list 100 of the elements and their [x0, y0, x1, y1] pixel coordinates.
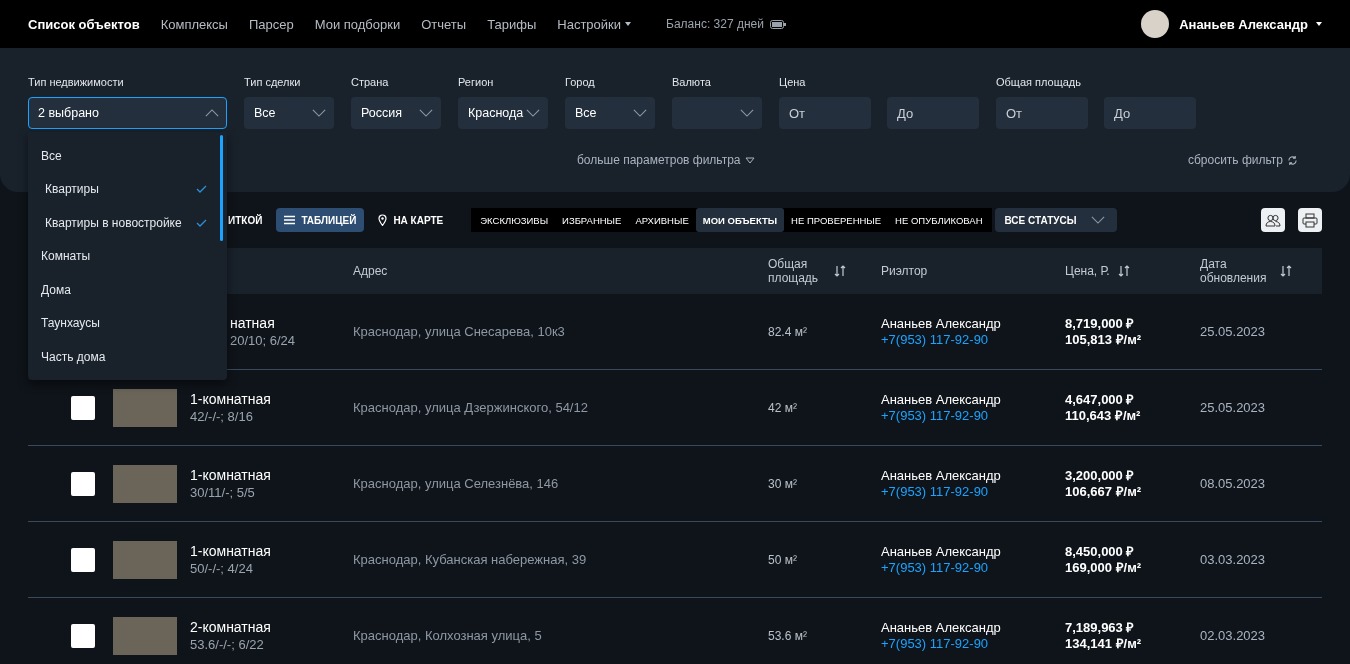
filter-label: Страна: [351, 76, 390, 90]
printer-icon[interactable]: [1298, 208, 1322, 232]
listing-details: 42/-/-; 8/16: [190, 407, 254, 426]
people-icon[interactable]: [1261, 208, 1285, 232]
dropdown-option[interactable]: Квартиры в новостройке: [28, 206, 227, 240]
price-text: 8,719,000 ₽: [1065, 315, 1136, 332]
sort-icon[interactable]: [1117, 265, 1130, 277]
phone-link[interactable]: +7(953) 117-92-90: [881, 559, 1065, 576]
listing-details: 50/-/-; 4/24: [190, 559, 254, 578]
table-row[interactable]: 1-комнатная 50/-/-; 4/24 Краснодар, Кубанская набережная, 39 50 м² Ананьев Александр +7(953) 117-92-90 8,450,000 ₽ 169,000 ₽/м² 03.03.2023: [28, 522, 1322, 598]
dropdown-option[interactable]: Таунхаусы: [28, 306, 227, 340]
dropdown-option[interactable]: Все: [28, 139, 227, 173]
status-tab[interactable]: НЕ ПРОВЕРЕННЫЕ: [784, 208, 889, 232]
nav-link[interactable]: Отчеты: [421, 16, 467, 32]
view-toggle[interactable]: НА КАРТЕ: [370, 208, 452, 232]
photo-placeholder: [113, 388, 177, 427]
listing-title: натная: [230, 313, 276, 332]
filter-select[interactable]: Все: [565, 97, 655, 129]
triangle-down-icon: [744, 156, 755, 164]
nav-link[interactable]: Настройки: [557, 16, 632, 32]
reset-filter-link[interactable]: сбросить фильтр: [1187, 153, 1298, 167]
table-row[interactable]: 1-комнатная 30/11/-; 5/5 Краснодар, улица Селезнёва, 146 30 м² Ананьев Александр +7(953) 117-92-90 3,200,000 ₽ 106,667 ₽/м² 08.05.2023: [28, 446, 1322, 522]
pin-icon: [378, 214, 388, 226]
sort-icon[interactable]: [834, 265, 846, 277]
status-tab[interactable]: НЕ ОПУБЛИКОВАН: [888, 208, 990, 232]
realtor-name: Ананьев Александр: [881, 467, 1002, 484]
row-checkbox[interactable]: [71, 395, 95, 420]
user-menu[interactable]: Ананьев Александр: [1179, 16, 1322, 32]
filter-label: Валюта: [672, 76, 712, 90]
photo-placeholder: [113, 464, 177, 503]
column-header: Цена, Р.: [1065, 264, 1110, 278]
status-tab[interactable]: АРХИВНЫЕ: [628, 208, 696, 232]
dropdown-option[interactable]: Квартиры: [28, 172, 227, 206]
status-tab[interactable]: МОИ ОБЪЕКТЫ: [695, 208, 785, 232]
avatar[interactable]: [1141, 10, 1170, 38]
range-field[interactable]: До: [1104, 97, 1196, 129]
date-text: 02.03.2023: [1200, 628, 1266, 643]
filter-select[interactable]: Краснода: [458, 97, 548, 129]
sort-icon[interactable]: [1280, 265, 1292, 277]
price-per-m2-text: 106,667 ₽/м²: [1065, 483, 1143, 500]
phone-link[interactable]: +7(953) 117-92-90: [881, 407, 1065, 424]
phone-link[interactable]: +7(953) 117-92-90: [881, 635, 1065, 652]
address-text: Краснодар, улица Дзержинского, 54/12: [353, 400, 589, 415]
chevron-down-icon: [419, 109, 433, 117]
nav-link[interactable]: Комплексы: [160, 16, 228, 32]
date-text: 08.05.2023: [1200, 476, 1266, 491]
phone-link[interactable]: +7(953) 117-92-90: [881, 483, 1065, 500]
filter-select[interactable]: Все: [244, 97, 334, 129]
area-text: 30 м²: [768, 476, 798, 491]
filter-select[interactable]: Россия: [351, 97, 441, 129]
row-checkbox[interactable]: [71, 471, 95, 496]
view-toggle[interactable]: ТАБЛИЦЕЙ: [276, 208, 365, 232]
phone-link[interactable]: +7(953) 117-92-90: [881, 331, 1065, 348]
column-header: Адрес: [353, 264, 388, 278]
view-toggle[interactable]: ИТКОЙ: [228, 208, 271, 232]
realtor-name: Ананьев Александр: [881, 315, 1002, 332]
area-text: 53.6 м²: [768, 628, 808, 643]
range-field[interactable]: От: [996, 97, 1088, 129]
filter-select[interactable]: 2 выбрано: [28, 97, 227, 129]
chevron-down-icon: [526, 109, 540, 117]
scrollbar[interactable]: [220, 135, 223, 241]
listing-details: 20/10; 6/24: [230, 331, 297, 350]
dropdown-option[interactable]: Комнаты: [28, 239, 227, 273]
status-tab[interactable]: ЭКСКЛЮЗИВЫ: [473, 208, 556, 232]
battery-icon: [769, 19, 786, 29]
date-text: 03.03.2023: [1200, 552, 1266, 567]
filter-label: Общая площадь: [996, 76, 1082, 90]
row-checkbox[interactable]: [71, 623, 95, 648]
area-text: 42 м²: [768, 400, 798, 415]
price-text: 7,189,963 ₽: [1065, 619, 1136, 636]
column-header: Дата обновления: [1200, 257, 1268, 285]
price-text: 4,647,000 ₽: [1065, 391, 1136, 408]
range-field[interactable]: От: [779, 97, 871, 129]
listing-title: 1-комнатная: [190, 541, 272, 560]
date-text: 25.05.2023: [1200, 400, 1266, 415]
status-select[interactable]: ВСЕ СТАТУСЫ: [994, 208, 1117, 232]
range-field[interactable]: До: [887, 97, 979, 129]
chevron-down-icon: [740, 109, 754, 117]
address-text: Краснодар, улица Селезнёва, 146: [353, 476, 560, 491]
list-icon: [284, 215, 296, 225]
price-per-m2-text: 110,643 ₽/м²: [1065, 407, 1142, 424]
address-text: Краснодар, улица Снесарева, 10к3: [353, 324, 566, 339]
chevron-down-icon: [312, 109, 326, 117]
row-checkbox[interactable]: [71, 547, 95, 572]
filter-label: Тип сделки: [244, 76, 302, 90]
status-tab[interactable]: ИЗБРАННЫЕ: [555, 208, 629, 232]
balance-text: Баланс: 327 дней: [666, 17, 764, 31]
date-text: 25.05.2023: [1200, 324, 1266, 339]
nav-link[interactable]: Парсер: [248, 16, 294, 32]
table-row[interactable]: 2-комнатная 53.6/-/-; 6/22 Краснодар, Колхозная улица, 5 53.6 м² Ананьев Александр +7(953) 117-92-90 7,189,963 ₽ 134,141 ₽/м² 02.03.2023: [28, 598, 1322, 664]
nav-link[interactable]: Список объектов: [28, 16, 140, 32]
refresh-icon: [1287, 154, 1298, 166]
realtor-name: Ананьев Александр: [881, 619, 1002, 636]
address-text: Краснодар, Кубанская набережная, 39: [353, 552, 588, 567]
listing-details: 30/11/-; 5/5: [190, 483, 256, 502]
more-filters-link[interactable]: больше параметров фильтра: [577, 153, 755, 167]
nav-link[interactable]: Мои подборки: [314, 16, 401, 32]
listing-title: 2-комнатная: [190, 617, 272, 636]
filter-label: Регион: [458, 76, 495, 90]
nav-link[interactable]: Тарифы: [487, 16, 537, 32]
